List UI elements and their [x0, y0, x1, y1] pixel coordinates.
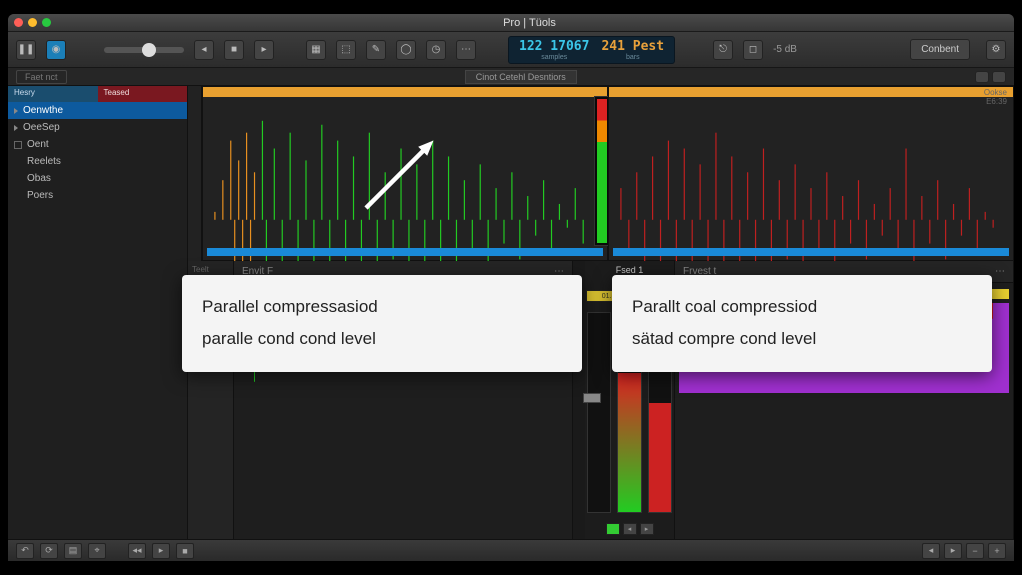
- metronome-button[interactable]: ◷: [426, 40, 446, 60]
- status-btn-4[interactable]: ⌖: [88, 543, 106, 559]
- status-zoom-out[interactable]: −: [966, 543, 984, 559]
- counter-sub: 241 Pest: [601, 39, 664, 54]
- seekbar-left[interactable]: [207, 248, 603, 256]
- close-icon[interactable]: [14, 18, 23, 27]
- sidebar-col-b[interactable]: Teased: [98, 86, 188, 102]
- timeline-gutter: [188, 86, 202, 261]
- track-item-1[interactable]: OeeSep: [8, 119, 187, 136]
- solo-button[interactable]: [606, 523, 620, 535]
- track-item-4[interactable]: Obas: [8, 170, 187, 187]
- tempo-slider[interactable]: [104, 47, 184, 53]
- callout-right-text: sätad compre cond level: [632, 323, 972, 355]
- content-button[interactable]: Conbent: [910, 39, 970, 60]
- main-panel: OokseE6:39 Teelt Tisone Pased: [188, 86, 1014, 539]
- track-item-5[interactable]: Poers: [8, 187, 187, 204]
- view-toggle-1[interactable]: [975, 71, 989, 83]
- track-item-0[interactable]: Oenwthe: [8, 102, 187, 119]
- stop-button[interactable]: ■: [224, 40, 244, 60]
- callout-left: Parallel compressasiod paralle cond cond…: [182, 275, 582, 372]
- mixer-area: Teelt Tisone Pased Envit F⋯ Fsed 1 Poosa: [188, 261, 1014, 539]
- link-button-2[interactable]: ◻: [743, 40, 763, 60]
- panel-label-center[interactable]: Cinot Cetehl Desntiors: [465, 70, 577, 84]
- track-item-2[interactable]: Oent: [8, 136, 187, 153]
- status-btn-3[interactable]: ▤: [64, 543, 82, 559]
- status-btn-2[interactable]: ⟳: [40, 543, 58, 559]
- pause-button[interactable]: ❚❚: [16, 40, 36, 60]
- tracks-sidebar: Hesry Teased Oenwthe OeeSep Oent Reelets…: [8, 86, 188, 539]
- main-body: Hesry Teased Oenwthe OeeSep Oent Reelets…: [8, 86, 1014, 539]
- status-nav-next[interactable]: ▸: [944, 543, 962, 559]
- sub-toolbar: Faet nct Cinot Cetehl Desntiors: [8, 68, 1014, 86]
- view-toggle-2[interactable]: [992, 71, 1006, 83]
- tool-button-2[interactable]: ⬚: [336, 40, 356, 60]
- status-nav-prev[interactable]: ◂: [922, 543, 940, 559]
- status-stop-button[interactable]: ■: [176, 543, 194, 559]
- seekbar-right[interactable]: [613, 248, 1009, 256]
- tool-button-1[interactable]: ▦: [306, 40, 326, 60]
- status-bar: ↶ ⟳ ▤ ⌖ ◂◂ ▸ ■ ◂ ▸ − +: [8, 539, 1014, 561]
- main-toolbar: ❚❚ ◉ ◂ ■ ▸ ▦ ⬚ ✎ ◯ ◷ ⋯ 122 17067 samples…: [8, 32, 1014, 68]
- forward-button[interactable]: ▸: [254, 40, 274, 60]
- callout-right-heading: Parallt coal compressiod: [632, 291, 972, 323]
- callout-left-text: paralle cond cond level: [202, 323, 562, 355]
- tool-button-3[interactable]: ✎: [366, 40, 386, 60]
- link-button[interactable]: ⎋: [713, 40, 733, 60]
- rec-button[interactable]: ▸: [640, 523, 654, 535]
- ruler-left[interactable]: [203, 87, 607, 97]
- waveform-area: OokseE6:39: [188, 86, 1014, 261]
- transport-display: 122 17067 samples 241 Pest bars: [508, 36, 675, 64]
- status-btn-1[interactable]: ↶: [16, 543, 34, 559]
- counter-main: 122 17067: [519, 39, 589, 54]
- mute-button[interactable]: ◂: [623, 523, 637, 535]
- zoom-icon[interactable]: [42, 18, 51, 27]
- window-controls: [14, 18, 51, 27]
- waveform-pane-right[interactable]: OokseE6:39: [608, 86, 1014, 261]
- titlebar: Pro | Tüols: [8, 14, 1014, 32]
- minimize-icon[interactable]: [28, 18, 37, 27]
- status-play-button[interactable]: ▸: [152, 543, 170, 559]
- waveform-pane-left[interactable]: [202, 86, 608, 261]
- tool-button-6[interactable]: ⋯: [456, 40, 476, 60]
- channel-label: Fsed 1: [616, 265, 644, 275]
- loop-button[interactable]: ◯: [396, 40, 416, 60]
- rewind-button[interactable]: ◂: [194, 40, 214, 60]
- sidebar-col-a[interactable]: Hesry: [8, 86, 98, 102]
- ruler-right[interactable]: [609, 87, 1013, 97]
- gain-readout: -5 dB: [773, 44, 797, 55]
- track-item-3[interactable]: Reelets: [8, 153, 187, 170]
- sync-button[interactable]: ◉: [46, 40, 66, 60]
- status-prev-button[interactable]: ◂◂: [128, 543, 146, 559]
- panel-label-left[interactable]: Faet nct: [16, 70, 67, 84]
- volume-fader[interactable]: [587, 312, 611, 513]
- app-window: Pro | Tüols ❚❚ ◉ ◂ ■ ▸ ▦ ⬚ ✎ ◯ ◷ ⋯ 122 1…: [8, 14, 1014, 561]
- lane-options-icon-2[interactable]: ⋯: [995, 266, 1005, 277]
- callout-right: Parallt coal compressiod sätad compre co…: [612, 275, 992, 372]
- window-title: Pro | Tüols: [51, 17, 1008, 29]
- callout-left-heading: Parallel compressasiod: [202, 291, 562, 323]
- status-zoom-in[interactable]: +: [988, 543, 1006, 559]
- settings-button[interactable]: ⚙: [986, 40, 1006, 60]
